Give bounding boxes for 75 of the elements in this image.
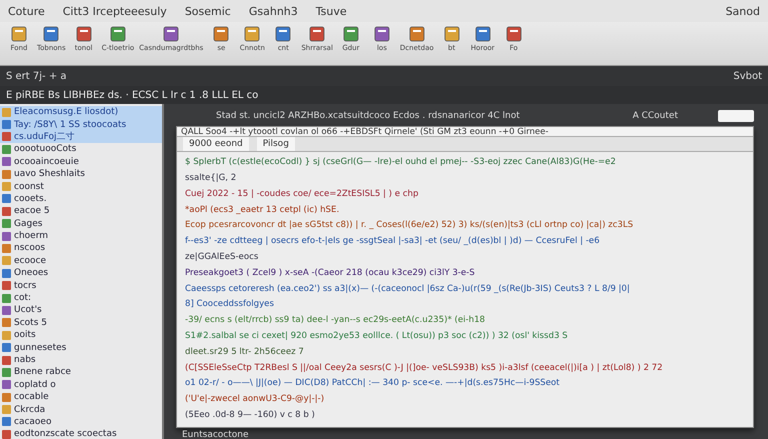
code-line: (5Eeo .0d-8 9— -160) v c 8 b )	[185, 409, 316, 422]
code-line: dleet.sr29 5 ltr- 2h56ceez 7	[185, 346, 305, 359]
document-icon	[74, 25, 94, 43]
code-line: -39/ ecns s (elt/rrcb) ss9 ta) dee-l -yan--s ec29s-eetA(c.u235)* (ei-h18	[185, 314, 486, 328]
menu-item[interactable]: Citt3 Ircepteeesuly	[62, 4, 167, 18]
file-item[interactable]: Gages	[0, 218, 162, 230]
status-text: Euntsacoctone	[181, 428, 250, 439]
document-icon	[41, 25, 62, 43]
file-item[interactable]: choerm	[0, 230, 162, 242]
file-item[interactable]: cooets.	[0, 192, 162, 206]
file-item[interactable]: ocooaincoeuie	[0, 156, 162, 168]
code-line: 8] Cooceddssfolgyes	[185, 298, 275, 312]
code-line: $ SplerbT (c(estle(ecoCodl) } sj (cseGrl(G— -lre)-el ouhd el pmej-- -S3-eoj zzec Cane(Al83)G(He-=e2	[185, 156, 617, 170]
document-icon	[340, 25, 361, 43]
file-item[interactable]: ooootuooCots	[0, 143, 162, 156]
file-item[interactable]: eodtonzscate scoectas	[0, 428, 162, 439]
document-icon	[472, 25, 493, 43]
code-line: *aoPl (ecs3 _eaetr 13 cetpl (ic) hSE.	[185, 204, 340, 217]
file-item[interactable]: eacoe 5	[0, 205, 162, 218]
status-text: Svbot	[733, 70, 762, 82]
header-text: A CCoutet	[632, 110, 678, 121]
file-item[interactable]: Ckrcda	[0, 403, 162, 416]
document-icon	[161, 25, 182, 43]
file-item[interactable]: coonst	[0, 180, 162, 193]
file-item[interactable]: cocable	[0, 390, 162, 404]
file-item[interactable]: cs.uduFoj二寸	[0, 130, 162, 144]
file-item[interactable]: ooits	[0, 329, 162, 342]
document-icon	[273, 25, 294, 43]
document-icon	[442, 25, 462, 43]
window-title: QALL Soo4 -+lt ytoootl covlan ol o66 -+EBDSFt Qirnele' (Sti GM zt3 eounn -+0 Girnee-	[181, 126, 548, 136]
file-item[interactable]: ecooce	[0, 254, 162, 268]
document-icon	[504, 25, 524, 43]
header-text: Stad st. uncicl2 ARZHBo.xcatsuitdcoco Ecdos . rdsnanaricor 4C lnot	[216, 110, 520, 121]
status-text: S ert 7j- + a	[6, 70, 67, 82]
editor-tab[interactable]: 9000 eeond	[183, 137, 249, 152]
file-item[interactable]: nscoos	[0, 242, 162, 255]
menu-item[interactable]: Gsahnh3	[248, 4, 298, 18]
menu-item[interactable]: Sosemic	[184, 4, 231, 18]
document-icon	[108, 25, 128, 43]
menu-item[interactable]: Sanod	[726, 4, 760, 18]
editor-tab[interactable]: Pilsog	[256, 137, 295, 152]
document-icon	[372, 25, 392, 43]
code-line: ssalte{|G, 2	[185, 172, 238, 186]
file-item[interactable]: Scots 5	[0, 316, 162, 330]
file-item[interactable]: Bnene rabce	[0, 366, 162, 379]
document-icon	[9, 25, 29, 43]
document-icon	[307, 25, 328, 43]
path-text: E piRBE Bs LIBHBEz ds. · ECSC L Ir c 1 .8 LLL EL co	[6, 90, 258, 100]
code-line: S1#2.salbal se ci cexet| 920 esmo2ye53 eolllce. ( Lt(osu)) p3 soc (c2)) ) 32 (osl' kissd3 S	[185, 330, 569, 344]
file-item[interactable]: gunnesetes	[0, 341, 162, 354]
code-line: Preseakgoet3 ( Zcel9 ) x-seA -(Caeor 218 (ocau k3ce29) ci3lY 3-e-S	[185, 266, 476, 280]
file-item[interactable]: coplatd o	[0, 378, 162, 391]
file-item[interactable]: Eleacomsusg.E liosdot)	[0, 106, 162, 118]
document-icon	[211, 25, 232, 43]
code-line: f--es3' -ze cdtteeg | osecrs efo-t-|eIs ge -ssgtSeal |-sa3| -et (seu/ _(d(es)bl | )d) — CcesruFel | -e6	[185, 235, 601, 248]
file-item[interactable]: Oneoes	[0, 267, 162, 280]
menu-item[interactable]: Tsuve	[316, 4, 347, 18]
file-item[interactable]: tocrs	[0, 279, 162, 292]
menu-item[interactable]: Coture	[8, 4, 45, 18]
code-line: Ecop pcesrarcovoncr dt |ae sG5tst c8)) | r. _ Coses(l(6e/e2) 52) 3) ks/(s(en)|ts3 (cLl ortnp co) |ca|) zc3LS	[185, 219, 634, 232]
code-line: ze|GGAlEeS-eocs	[185, 251, 260, 264]
file-item[interactable]: Ucot's	[0, 304, 162, 317]
file-item[interactable]: nabs	[0, 354, 162, 366]
code-line: Caeessps cetoreresh (ea.ceo2') ss a3|(x)— (-(caceonocl |6sz Ca-)u(r(59 _(s(Re(Jb-3IS) Ceuts3 ? L 8/9 |0|	[185, 282, 631, 296]
small-button[interactable]	[718, 110, 754, 122]
file-item[interactable]: uavo Sheshlaits	[0, 168, 162, 180]
document-icon	[242, 25, 262, 43]
code-line: ('U'e|-zwecel aonwU3-C9-@y|-|-)	[185, 393, 326, 406]
file-item[interactable]: cacaoeo	[0, 416, 162, 428]
code-line: (C[SSEleSseCtp T2RBesl S ||/oal Ceey2a sesrs(C )-J |(]oe- veSLS93B) ks5 )i-a3lsf (ceeacel(|)i[a ) | zt(Lol8) ) 2 72	[185, 362, 664, 375]
document-icon	[406, 25, 427, 43]
file-item[interactable]: Tay: /S8Y\ 1 SS stoocoats	[0, 118, 162, 131]
code-line: Cuej 2022 - 15 | -coudes coe/ ece=2ZtESISL5 | ) e chp	[185, 188, 420, 201]
code-line: o1 02-r/ - o——\ |J|(oe) — DIC(D8) PatCCh| :— 340 p- sce<e. —-+|d(s.es75Hc—i-9SSeot	[185, 377, 561, 390]
file-item[interactable]: cot:	[0, 292, 162, 304]
